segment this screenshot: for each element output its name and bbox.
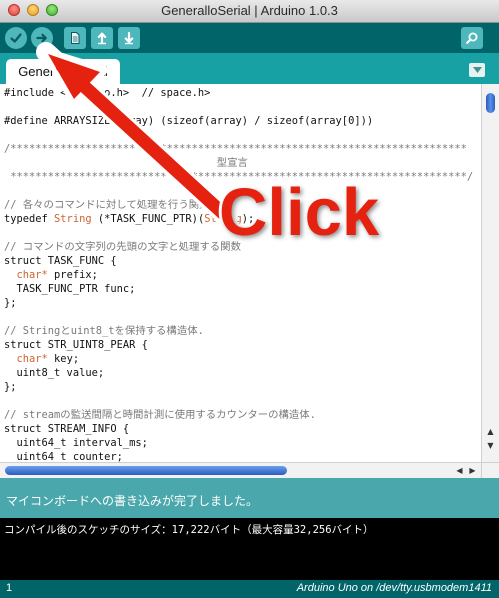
- click-annotation-label: Click: [216, 175, 382, 251]
- code-line: char* prefix;: [16, 269, 98, 281]
- code-line: };: [4, 381, 17, 393]
- tab-bar: GeneralloSerial: [0, 53, 499, 84]
- horizontal-scroll-thumb[interactable]: [5, 466, 287, 475]
- code-text: #include <Arduino.h> // space.h> #define …: [0, 84, 481, 462]
- new-button[interactable]: [64, 27, 86, 49]
- tab-generalloserial[interactable]: GeneralloSerial: [6, 59, 120, 84]
- code-editor[interactable]: #include <Arduino.h> // space.h> #define …: [0, 84, 481, 462]
- console-line: コンパイル後のスケッチのサイズ：17,222バイト（最大容量32,256バイト）: [4, 524, 374, 536]
- code-line: char* key;: [16, 353, 80, 365]
- arrow-up-icon: [97, 32, 107, 45]
- title-bar: GeneralloSerial | Arduino 1.0.3: [0, 0, 499, 23]
- vertical-scrollbar[interactable]: ▲ ▼: [481, 84, 499, 462]
- code-line: uint64_t interval_ms;: [4, 437, 148, 449]
- magnifier-icon: [466, 32, 478, 44]
- checkmark-icon: [10, 33, 22, 43]
- code-line: /***************************************…: [4, 143, 467, 155]
- scroll-left-arrow[interactable]: ◀: [454, 465, 465, 476]
- tab-menu-button[interactable]: [469, 63, 485, 77]
- scroll-up-arrow[interactable]: ▲: [485, 426, 496, 437]
- toolbar: [0, 23, 499, 53]
- code-line: // Stringとuint8_tを保持する構造体.: [4, 325, 204, 337]
- code-line: struct STR_UINT8_PEAR {: [4, 339, 148, 351]
- footer-bar: 1 Arduino Uno on /dev/tty.usbmodem1411: [0, 580, 499, 598]
- upload-button[interactable]: [31, 27, 53, 49]
- arrow-down-icon: [124, 31, 134, 45]
- scroll-corner: [481, 462, 499, 478]
- new-document-icon: [71, 32, 80, 44]
- board-port-label: Arduino Uno on /dev/tty.usbmodem1411: [296, 582, 492, 594]
- tab-label: GeneralloSerial: [18, 64, 108, 79]
- save-button[interactable]: [118, 27, 140, 49]
- code-line: TASK_FUNC_PTR func;: [4, 283, 136, 295]
- code-line: struct TASK_FUNC {: [4, 255, 117, 267]
- status-bar: マイコンボードへの書き込みが完了しました。: [0, 478, 499, 518]
- code-line: uint64_t counter;: [4, 451, 123, 462]
- code-line: // streamの監送間隔と時間計測に使用するカウンターの構造体.: [4, 409, 316, 421]
- scroll-down-arrow[interactable]: ▼: [485, 440, 496, 451]
- console-output: コンパイル後のスケッチのサイズ：17,222バイト（最大容量32,256バイト）: [0, 518, 499, 580]
- serial-monitor-button[interactable]: [461, 27, 483, 49]
- code-line: #define ARRAYSIZE(array) (sizeof(array) …: [4, 115, 374, 127]
- scroll-right-arrow[interactable]: ▶: [467, 465, 478, 476]
- triangle-down-icon: [472, 67, 482, 73]
- open-button[interactable]: [91, 27, 113, 49]
- code-line: uint8_t value;: [4, 367, 105, 379]
- verify-button[interactable]: [5, 27, 27, 49]
- horizontal-scrollbar[interactable]: ◀ ▶: [0, 462, 481, 478]
- vertical-scroll-thumb[interactable]: [486, 93, 495, 113]
- window-title: GeneralloSerial | Arduino 1.0.3: [161, 3, 338, 18]
- arrow-right-icon: [36, 33, 47, 43]
- code-line: struct STREAM_INFO {: [4, 423, 130, 435]
- code-line: #include <Arduino.h> // space.h>: [4, 87, 211, 99]
- code-line: 型宣言: [4, 157, 248, 169]
- line-number: 1: [6, 582, 13, 594]
- status-message: マイコンボードへの書き込みが完了しました。: [6, 494, 259, 508]
- code-line: };: [4, 297, 17, 309]
